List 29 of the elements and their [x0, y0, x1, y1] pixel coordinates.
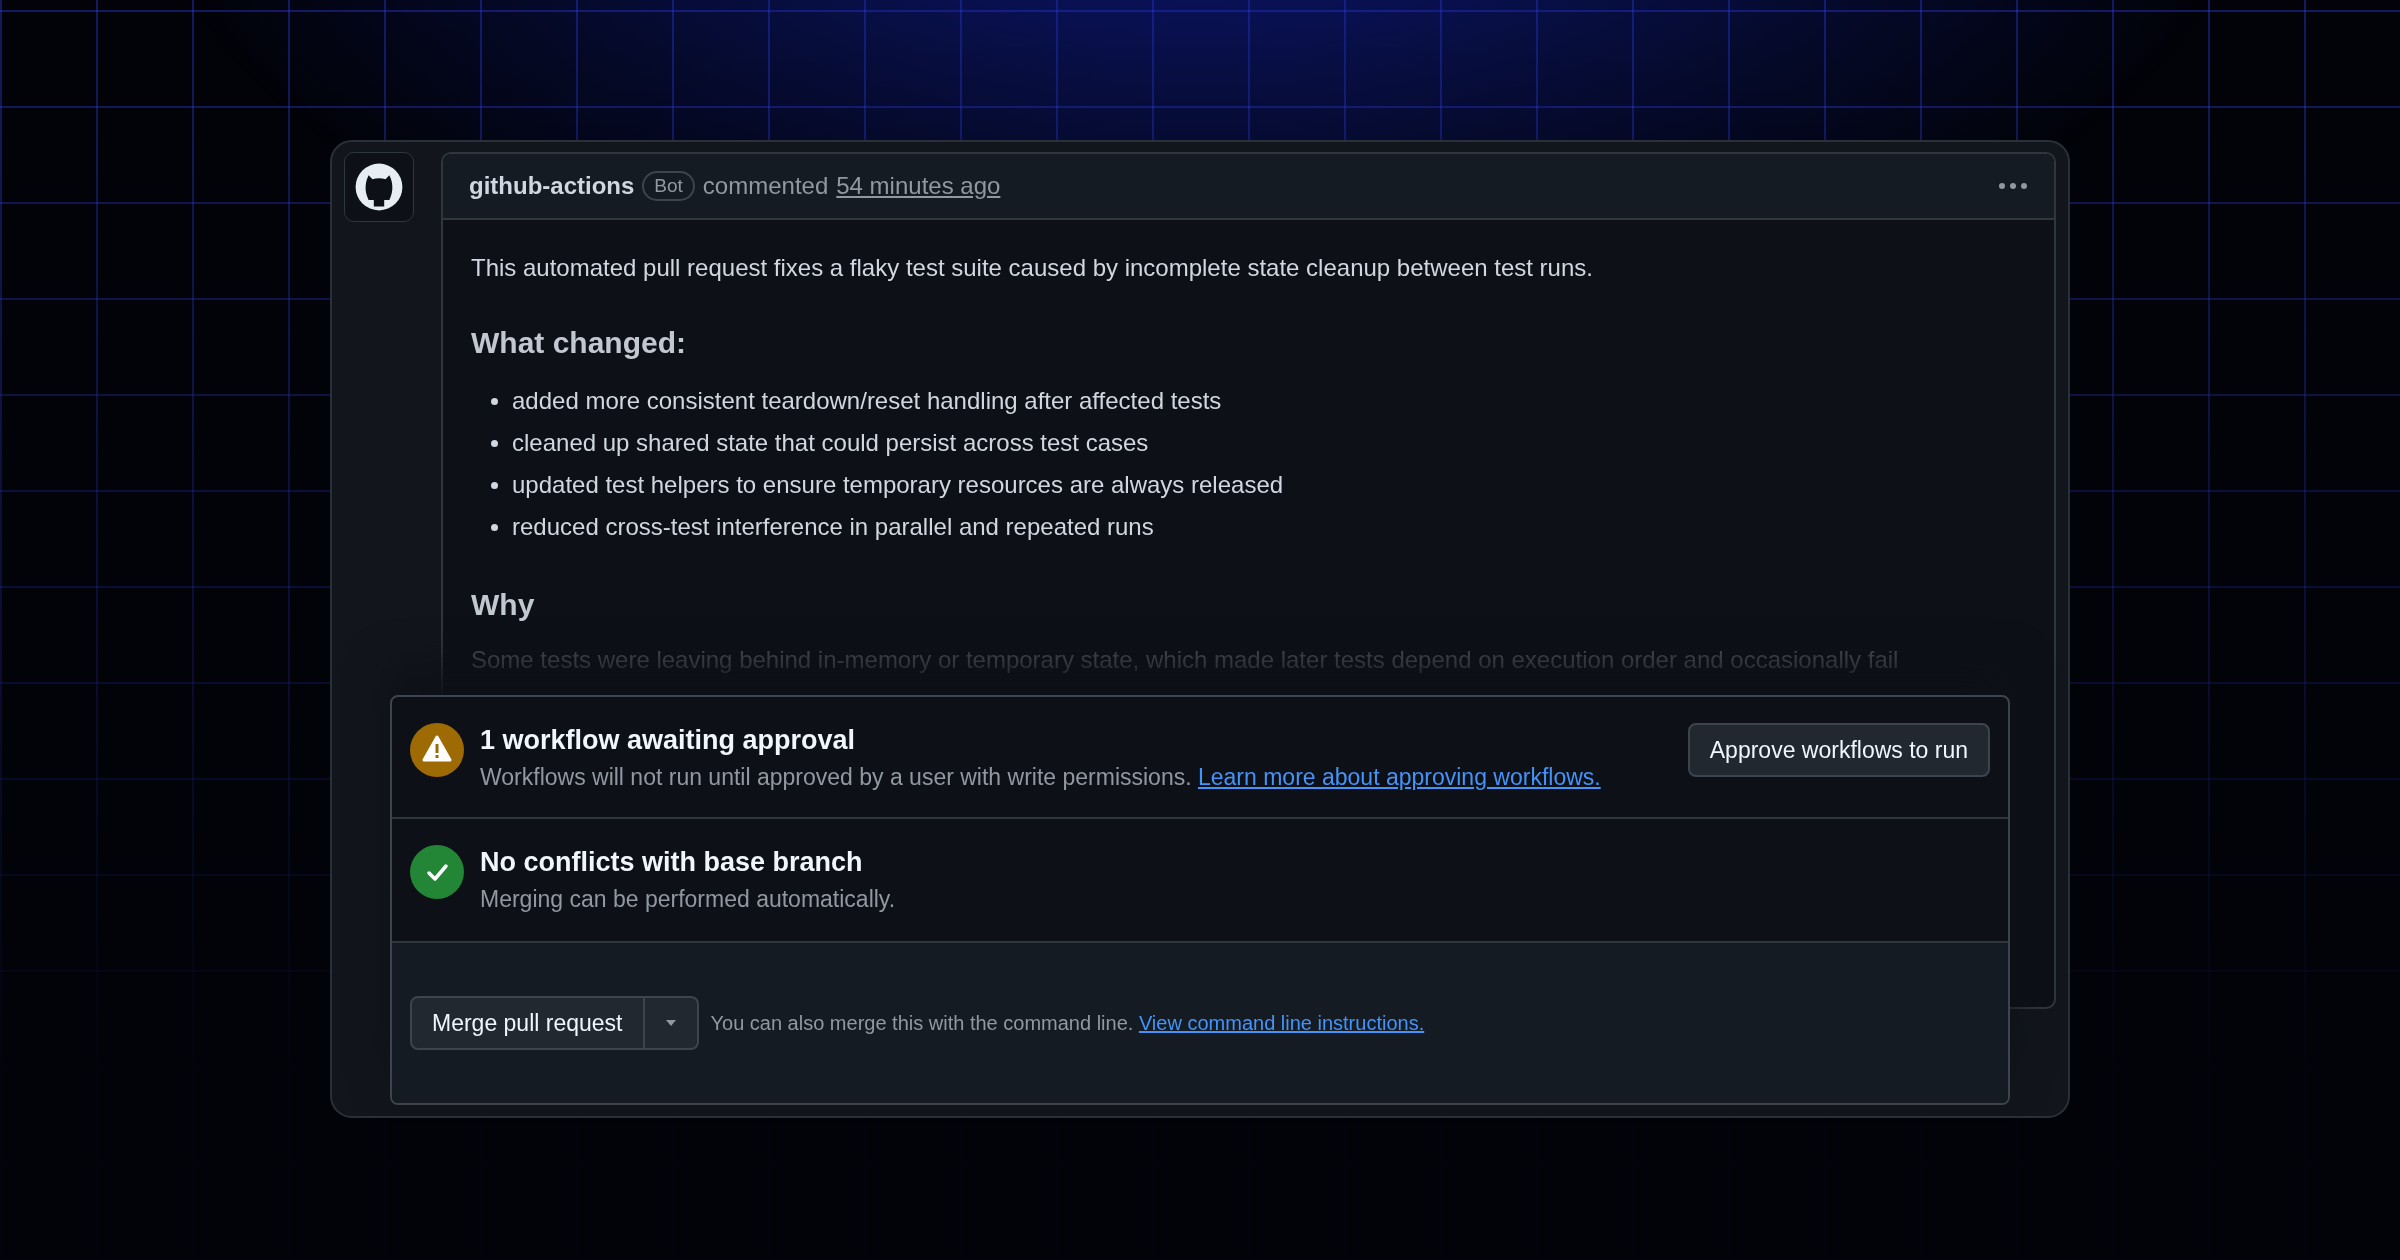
caret-icon [664, 1019, 677, 1027]
author-name[interactable]: github-actions [469, 172, 635, 200]
bullet-icon [491, 397, 498, 405]
check-icon [410, 845, 464, 899]
check-description: Workflows will not run until approved by a user with write permissions. Learn more about approving workflows. [480, 763, 1602, 792]
list-item-text: added more consistent teardown/reset handling after affected tests [512, 387, 1222, 415]
merge-button[interactable]: Merge pull request [410, 996, 645, 1050]
check-title: 1 workflow awaiting approval [480, 724, 857, 757]
list-item-text: updated test helpers to ensure temporary resources are always released [512, 471, 1284, 499]
approve-button[interactable]: Approve workflows to run [1687, 723, 1990, 777]
warning-icon [410, 723, 464, 777]
bullet-icon [491, 439, 498, 447]
list-item-text: reduced cross-test interference in parallel and repeated runs [512, 513, 1154, 541]
command-line-link[interactable]: View command line instructions. [1138, 1011, 1425, 1034]
check-description: Merging can be performed automatically. [480, 885, 897, 914]
avatar-icon [344, 152, 414, 222]
list-item-text: cleaned up shared state that could persist across test cases [512, 429, 1149, 457]
timestamp-link[interactable]: 54 minutes ago [836, 172, 1001, 200]
check-title: No conflicts with base branch [480, 846, 864, 879]
more-options-icon[interactable] [1998, 182, 2028, 190]
section-heading: What changed: [471, 326, 687, 360]
section-heading: Why [471, 588, 536, 622]
comment-action: commented [702, 172, 829, 200]
learn-more-link[interactable]: Learn more about approving workflows. [1197, 764, 1601, 790]
bullet-icon [491, 481, 498, 489]
comment-text: This automated pull request fixes a flaky test suite caused by incomplete state cleanup between test runs. [471, 253, 1594, 283]
merge-note: You can also merge this with the command line. View command line instructions. [710, 1011, 1425, 1035]
bot-badge: Bot [642, 171, 695, 201]
bullet-icon [491, 523, 498, 531]
